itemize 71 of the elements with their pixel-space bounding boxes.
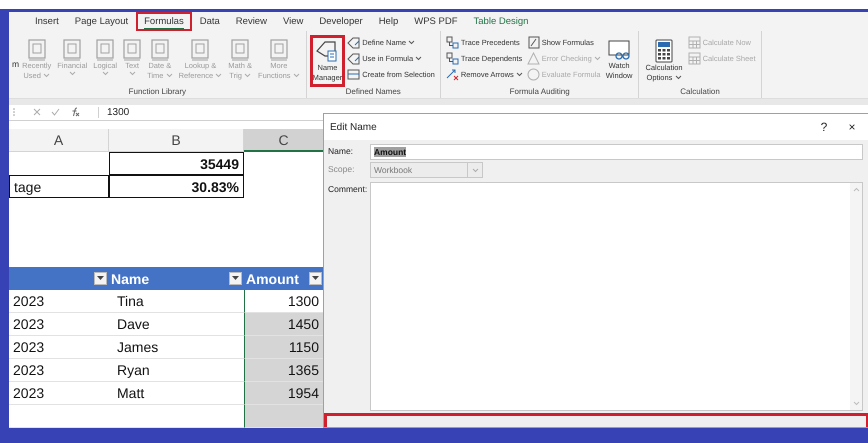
field-label: Comment: — [328, 183, 368, 196]
function-icon[interactable] — [70, 107, 80, 118]
ribbon-tab[interactable]: View — [274, 12, 312, 31]
help-button[interactable]: ? — [813, 120, 835, 134]
check-icon[interactable] — [51, 108, 60, 116]
column-header[interactable]: B — [109, 129, 244, 152]
group-title: Function Library — [128, 87, 187, 98]
group-title: Formula Auditing — [508, 87, 571, 98]
field-label: Name: — [328, 145, 354, 158]
calculator-grid-icon — [688, 36, 701, 48]
caret-icon — [97, 276, 104, 281]
function-book-icon — [270, 39, 288, 61]
filter-button[interactable] — [309, 272, 322, 285]
scrollbar[interactable] — [850, 183, 862, 410]
group-title: Defined Names — [344, 87, 402, 98]
linked-cells-icon — [446, 52, 459, 64]
caret-icon — [472, 168, 478, 172]
table-cell: 35449 — [109, 152, 244, 175]
ribbon-tab[interactable]: Insert — [27, 12, 67, 31]
scroll-down-icon[interactable] — [852, 401, 860, 406]
ribbon-tab[interactable]: Page Layout — [66, 12, 136, 31]
table-cell[interactable]: 1300 — [244, 290, 324, 313]
tag-fx-icon — [347, 52, 360, 64]
close-button[interactable]: × — [841, 120, 863, 134]
cancel-icon[interactable] — [33, 108, 41, 116]
function-book-icon — [191, 39, 210, 61]
table-cell[interactable]: 1450 — [244, 313, 324, 336]
ribbon-tab[interactable]: Review — [228, 12, 275, 31]
tag-pencil-icon — [347, 36, 360, 48]
table-cell[interactable]: 1954 — [244, 382, 324, 405]
column-header[interactable]: C — [244, 129, 324, 152]
dialog-title: Edit Name — [330, 122, 378, 132]
scroll-up-icon[interactable] — [852, 187, 860, 192]
window-glasses-icon — [607, 39, 632, 61]
calculator-icon — [655, 39, 674, 63]
table-cell: tage — [9, 175, 109, 198]
function-book-icon — [63, 39, 82, 61]
filter-button[interactable] — [94, 272, 107, 285]
name-tag-icon — [315, 39, 340, 63]
table-cell: 30.83% — [109, 175, 244, 198]
ribbon-tab[interactable]: Help — [370, 12, 406, 31]
ribbon-tab[interactable]: Table Design — [466, 12, 536, 31]
table-tag-icon — [347, 68, 360, 80]
function-book-icon — [123, 39, 142, 61]
function-book-icon — [28, 39, 46, 61]
ribbon-tab[interactable]: WPS PDF — [406, 12, 466, 31]
name-field[interactable]: Amount — [370, 144, 863, 160]
formula-input[interactable]: 1300 — [98, 106, 130, 118]
caret-icon — [232, 276, 239, 281]
table-cell[interactable]: 1365 — [244, 359, 324, 382]
arrows-cross-icon — [446, 68, 459, 80]
ribbon-tab[interactable]: Data — [192, 12, 228, 31]
field-label: Scope: — [328, 163, 356, 176]
fx-page-icon — [526, 36, 540, 48]
column-header[interactable]: A — [9, 129, 109, 152]
function-book-icon — [231, 39, 250, 61]
function-book-icon — [96, 39, 114, 61]
warning-triangle-icon — [526, 52, 540, 64]
table-cell[interactable]: 1150 — [244, 336, 324, 359]
linked-cells-icon — [446, 36, 459, 48]
function-book-icon — [150, 39, 169, 61]
ribbon-tab[interactable]: Developer — [311, 12, 371, 31]
header-label: Name — [111, 270, 150, 286]
caret-icon — [312, 276, 319, 281]
fx-circle-icon — [526, 68, 540, 80]
calculator-grid-icon — [688, 52, 701, 64]
ribbon-button-label[interactable]: m — [12, 59, 20, 69]
comment-field[interactable] — [370, 182, 863, 411]
header-label: Amount — [246, 270, 299, 286]
group-title: Calculation — [679, 87, 721, 98]
filter-button[interactable] — [229, 272, 242, 285]
